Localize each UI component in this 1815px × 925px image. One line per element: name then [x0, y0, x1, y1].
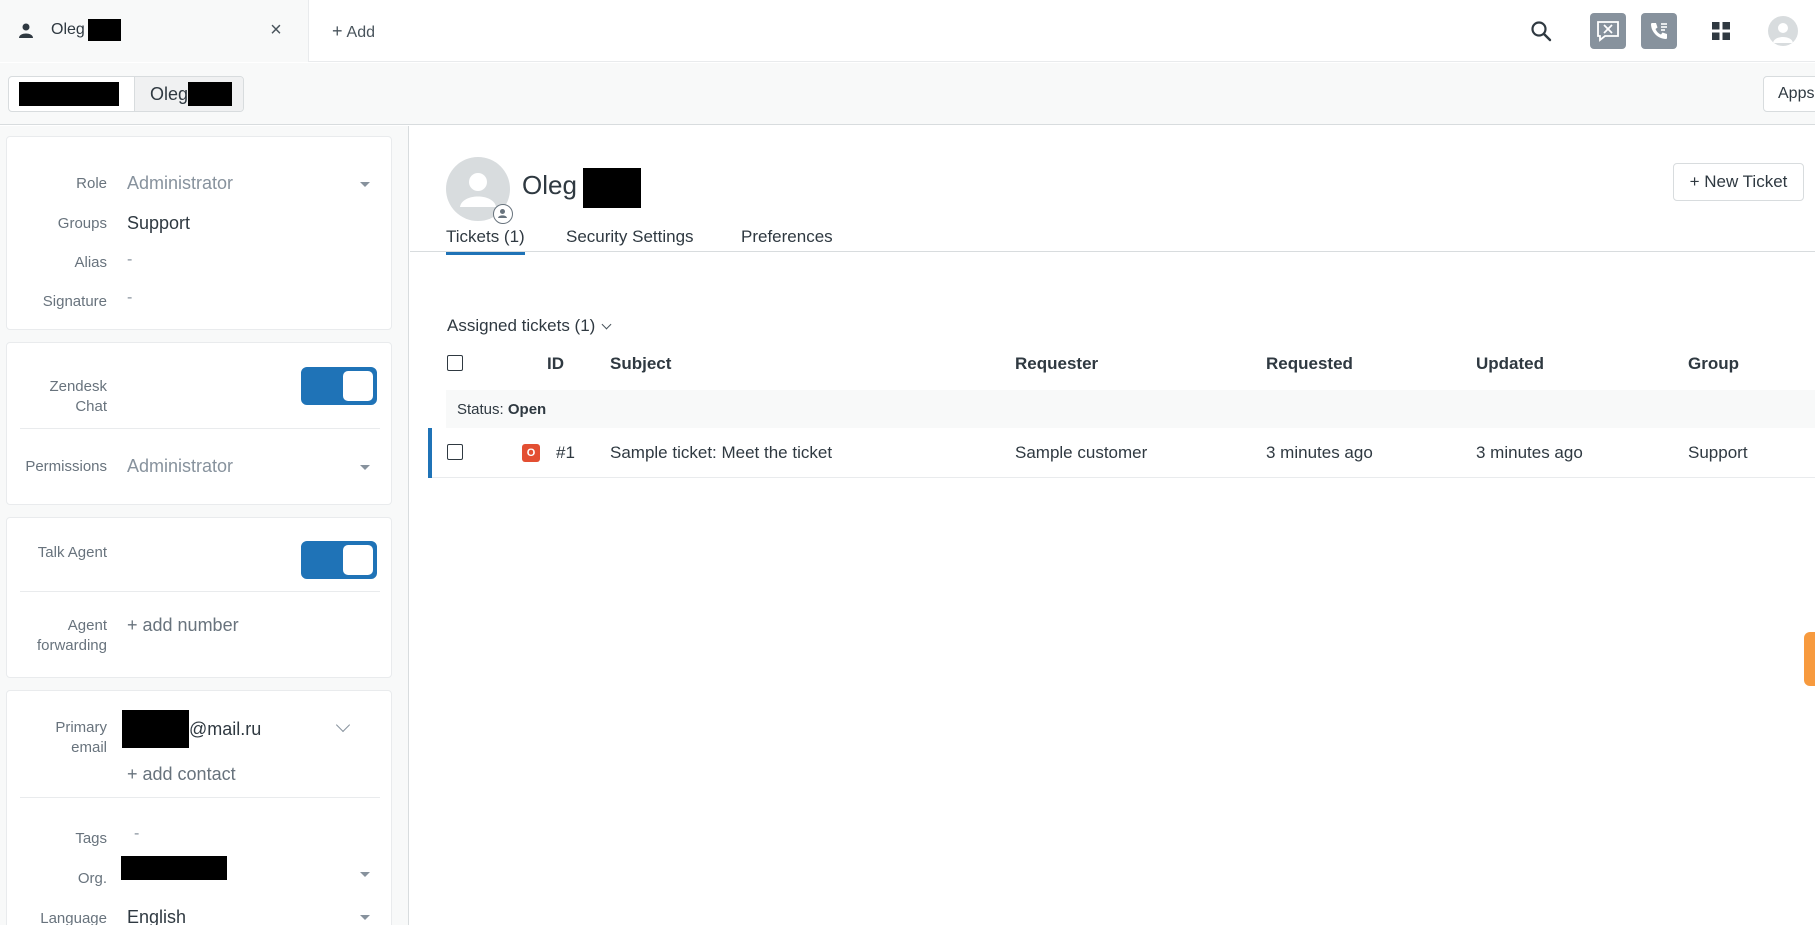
new-ticket-button[interactable]: + New Ticket: [1673, 163, 1804, 201]
alias-field[interactable]: -: [127, 251, 132, 269]
signature-field[interactable]: -: [127, 289, 132, 307]
status-group-header: Status: Open: [446, 390, 1815, 428]
primary-email-value[interactable]: @mail.ru: [189, 719, 261, 740]
tags-field[interactable]: -: [134, 825, 139, 843]
tab-preferences[interactable]: Preferences: [741, 227, 833, 247]
talk-agent-label: Talk Agent: [37, 544, 107, 561]
ticket-requested: 3 minutes ago: [1266, 443, 1373, 462]
talk-toggle[interactable]: [301, 541, 377, 579]
divider: [20, 797, 380, 798]
column-header-updated[interactable]: Updated: [1476, 354, 1544, 374]
permissions-select[interactable]: Administrator: [127, 456, 233, 477]
plus-icon: +: [332, 21, 343, 41]
breadcrumb-user[interactable]: Oleg: [135, 77, 243, 111]
add-contact-link[interactable]: + add contact: [127, 764, 236, 785]
redacted-text: [88, 19, 121, 41]
avatar: [1768, 16, 1798, 46]
groups-label: Groups: [57, 215, 107, 232]
redacted-text: [188, 82, 233, 106]
language-label: Language: [40, 910, 107, 925]
language-select[interactable]: English: [127, 907, 186, 925]
caret-down-icon[interactable]: [360, 872, 370, 877]
chat-toggle[interactable]: [301, 367, 377, 405]
search-icon[interactable]: [1523, 13, 1559, 49]
row-checkbox[interactable]: [447, 444, 463, 460]
product-tray-icon[interactable]: [1703, 13, 1739, 49]
context-bar: Oleg Apps: [0, 63, 1815, 125]
status-badge: O: [522, 444, 540, 462]
ticket-group: Support: [1688, 443, 1748, 462]
chat-icon[interactable]: [1590, 13, 1626, 49]
caret-down-icon[interactable]: [360, 915, 370, 920]
agent-properties-card: Role Administrator Groups Support Alias …: [6, 136, 392, 330]
contact-card: Primary email @mail.ru + add contact Tag…: [6, 690, 392, 925]
talk-card: Talk Agent Agent forwarding + add number: [6, 517, 392, 678]
column-header-subject[interactable]: Subject: [610, 354, 671, 374]
breadcrumb: Oleg: [8, 76, 244, 112]
column-header-id[interactable]: ID: [547, 354, 564, 374]
redacted-text: [122, 710, 189, 748]
user-avatar-icon[interactable]: [1765, 13, 1801, 49]
chat-label-line1: Zendesk: [49, 378, 107, 395]
tab-user-oleg[interactable]: Oleg ×: [0, 0, 309, 62]
assigned-tickets-dropdown[interactable]: Assigned tickets (1): [447, 316, 612, 336]
column-header-requester[interactable]: Requester: [1015, 354, 1098, 374]
role-select[interactable]: Administrator: [127, 173, 233, 194]
caret-down-icon[interactable]: [360, 465, 370, 470]
breadcrumb-user-label: Oleg: [150, 83, 189, 104]
tab-label: Oleg: [51, 21, 85, 38]
forwarding-label-line2: forwarding: [36, 637, 107, 654]
page-title: Oleg: [522, 170, 577, 200]
tab-security-settings[interactable]: Security Settings: [566, 227, 694, 247]
ticket-id: #1: [556, 443, 575, 462]
groups-value[interactable]: Support: [127, 213, 190, 234]
status-prefix: Status:: [457, 401, 504, 418]
user-properties-panel: Role Administrator Groups Support Alias …: [0, 126, 409, 925]
chat-label-line2: Chat: [75, 398, 107, 415]
primary-email-label-line2: email: [71, 739, 107, 756]
signature-label: Signature: [42, 293, 107, 310]
chevron-down-icon[interactable]: [335, 717, 351, 733]
column-header-group[interactable]: Group: [1688, 354, 1739, 374]
profile-tabs: Tickets (1) Security Settings Preference…: [410, 219, 1815, 255]
toggle-knob: [343, 371, 373, 401]
toggle-knob: [343, 545, 373, 575]
user-main: Oleg + New Ticket Tickets (1) Security S…: [410, 126, 1815, 925]
tags-label: Tags: [75, 830, 107, 847]
tab-tickets[interactable]: Tickets (1): [446, 227, 525, 255]
breadcrumb-org[interactable]: [9, 77, 135, 111]
select-all-checkbox[interactable]: [447, 355, 463, 371]
add-tab-label: Add: [346, 24, 375, 41]
chevron-down-icon: [601, 319, 612, 330]
side-panel-handle[interactable]: [1804, 632, 1815, 686]
ticket-updated: 3 minutes ago: [1476, 443, 1583, 462]
role-label: Role: [76, 175, 107, 192]
chat-card: Zendesk Chat Permissions Administrator: [6, 342, 392, 505]
ticket-subject[interactable]: Sample ticket: Meet the ticket: [610, 443, 832, 463]
top-bar: Oleg × + Add: [0, 0, 1815, 62]
divider: [20, 591, 380, 592]
divider: [20, 428, 380, 429]
redacted-text[interactable]: [121, 856, 227, 880]
forwarding-label-line1: Agent: [67, 617, 107, 634]
add-tab-button[interactable]: + Add: [332, 21, 375, 42]
assigned-tickets-label: Assigned tickets (1): [447, 316, 596, 335]
alias-label: Alias: [74, 254, 107, 271]
row-accent: [428, 428, 432, 478]
ticket-requester[interactable]: Sample customer: [1015, 443, 1147, 463]
redacted-text: [583, 168, 641, 208]
primary-email-label-line1: Primary: [55, 719, 107, 736]
redacted-text: [19, 82, 119, 106]
status-value: Open: [507, 401, 547, 418]
talk-icon[interactable]: [1641, 13, 1677, 49]
column-header-requested[interactable]: Requested: [1266, 354, 1353, 374]
user-icon: [19, 23, 33, 38]
org-label: Org.: [77, 870, 107, 887]
caret-down-icon[interactable]: [360, 182, 370, 187]
permissions-label: Permissions: [25, 458, 107, 475]
close-tab-icon[interactable]: ×: [268, 19, 284, 41]
table-row[interactable]: O #1 Sample ticket: Meet the ticket Samp…: [428, 428, 1815, 478]
apps-button[interactable]: Apps: [1763, 76, 1815, 112]
add-number-link[interactable]: + add number: [127, 615, 239, 636]
